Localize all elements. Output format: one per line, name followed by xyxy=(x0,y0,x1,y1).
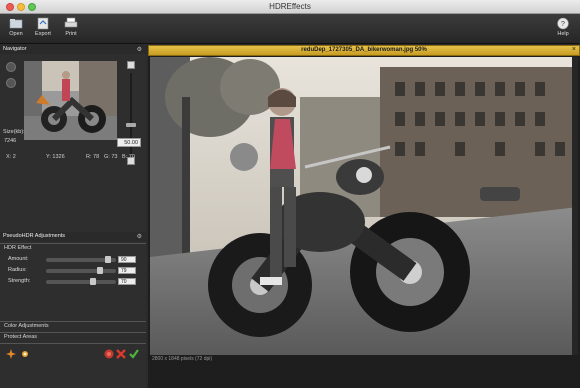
vertical-scrollbar[interactable] xyxy=(572,57,578,355)
divider xyxy=(0,343,146,344)
strength-row: Strength: 70 xyxy=(0,278,146,286)
color-adjustments-section[interactable]: Color Adjustments xyxy=(4,323,49,329)
print-label: Print xyxy=(65,31,77,37)
divider xyxy=(0,332,146,333)
document-tab: reduDep_1727305_DA_bikerwoman.jpg 50% × xyxy=(148,45,580,56)
zoom-slider-knob[interactable] xyxy=(126,123,136,127)
radius-label: Radius: xyxy=(8,267,27,273)
radius-value-field[interactable]: 79 xyxy=(118,267,136,274)
window-titlebar: HDREffects xyxy=(0,0,580,14)
size-value: 7246 xyxy=(4,138,17,144)
gear-icon[interactable]: ⚙ xyxy=(137,233,142,240)
strength-slider[interactable] xyxy=(46,280,116,284)
document-title: reduDep_1727305_DA_bikerwoman.jpg 50% xyxy=(301,47,427,53)
size-label: Size(kb): xyxy=(3,129,25,135)
amount-row: Amount: 90 xyxy=(0,256,146,264)
divider xyxy=(0,243,146,244)
export-icon xyxy=(37,17,49,30)
amount-value-field[interactable]: 90 xyxy=(118,256,136,263)
edited-photo[interactable] xyxy=(150,57,578,355)
left-panel: Navigator ⚙ Size(kb): 7246 50.00 X: 2 Y:… xyxy=(0,45,146,388)
strength-value-field[interactable]: 70 xyxy=(118,278,136,285)
zoom-in-icon[interactable] xyxy=(6,62,16,72)
navigator-header: Navigator ⚙ xyxy=(0,45,146,54)
toolbar: Open Export Print ? Help xyxy=(0,14,580,44)
starburst-icon[interactable] xyxy=(20,349,30,359)
gear-icon[interactable]: ⚙ xyxy=(137,46,142,53)
adjustments-header: PseudoHDR Adjustments ⚙ xyxy=(0,232,146,241)
radius-slider[interactable] xyxy=(46,269,116,273)
zoom-percent-field[interactable]: 50.00 xyxy=(117,138,141,147)
radius-slider-knob[interactable] xyxy=(97,267,103,274)
red-readout: R: 78 xyxy=(86,154,100,160)
printer-icon xyxy=(64,17,78,28)
adjustments-title: PseudoHDR Adjustments xyxy=(3,233,66,239)
help-button[interactable]: ? Help xyxy=(550,17,576,37)
cancel-icon[interactable] xyxy=(116,349,126,359)
zoom-out-icon[interactable] xyxy=(6,78,16,88)
hdr-effect-group-label: HDR Effect xyxy=(4,245,32,251)
export-label: Export xyxy=(35,31,51,37)
radius-row: Radius: 79 xyxy=(0,267,146,275)
green-readout: G: 73 xyxy=(104,154,118,160)
help-label: Help xyxy=(557,31,569,37)
amount-label: Amount: xyxy=(8,256,29,262)
help-icon: ? xyxy=(557,17,569,30)
folder-icon xyxy=(9,19,23,29)
image-status-text: 2800 x 1848 pixels (72 dpi) xyxy=(152,356,213,362)
cursor-x-readout: X: 2 xyxy=(6,154,16,160)
reset-icon[interactable] xyxy=(104,349,114,359)
strength-slider-knob[interactable] xyxy=(90,278,96,285)
cursor-y-readout: Y: 1326 xyxy=(46,154,65,160)
close-icon[interactable]: × xyxy=(572,46,576,53)
open-label: Open xyxy=(9,31,23,37)
window-title: HDREffects xyxy=(269,2,311,11)
blue-readout: B: 70 xyxy=(122,154,135,160)
strength-label: Strength: xyxy=(8,278,31,284)
navigator-title: Navigator xyxy=(3,46,27,52)
export-button[interactable]: Export xyxy=(30,17,56,37)
divider xyxy=(0,321,146,322)
navigator-thumbnail[interactable] xyxy=(24,61,117,140)
protect-areas-section[interactable]: Protect Areas xyxy=(4,334,37,340)
apply-checkmark-icon[interactable] xyxy=(129,349,139,359)
amount-slider-knob[interactable] xyxy=(105,256,111,263)
svg-text:?: ? xyxy=(561,21,565,28)
print-button[interactable]: Print xyxy=(58,17,84,37)
fit-window-button[interactable] xyxy=(127,61,135,69)
open-button[interactable]: Open xyxy=(3,17,29,37)
sparkle-icon[interactable] xyxy=(6,349,16,359)
